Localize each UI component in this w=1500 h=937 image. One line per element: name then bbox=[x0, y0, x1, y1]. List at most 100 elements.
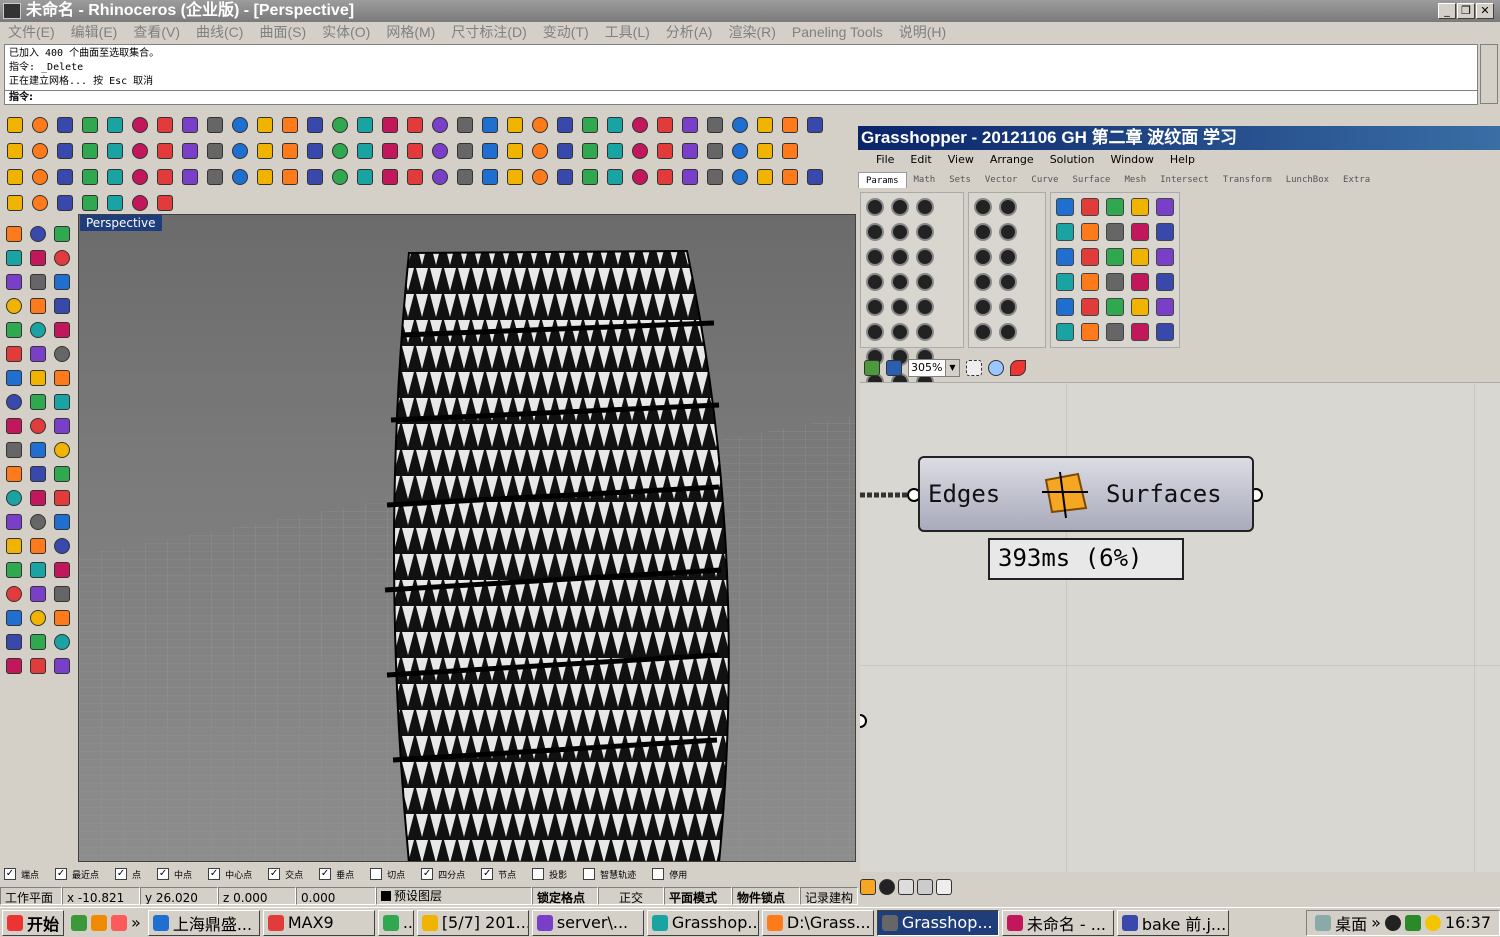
toolbar-button[interactable] bbox=[29, 166, 51, 188]
toolbar-button[interactable] bbox=[454, 114, 476, 136]
toolbar-button[interactable] bbox=[529, 166, 551, 188]
toolbar-button[interactable] bbox=[3, 439, 25, 461]
error-icon[interactable] bbox=[879, 879, 895, 895]
gh-tab[interactable]: Curve bbox=[1024, 172, 1065, 188]
gh-component-button[interactable] bbox=[1079, 321, 1101, 343]
gh-menu-item[interactable]: Help bbox=[1162, 151, 1203, 169]
camera-icon[interactable] bbox=[111, 914, 128, 931]
menu-item[interactable]: Paneling Tools bbox=[784, 22, 891, 42]
toolbar-button[interactable] bbox=[29, 192, 51, 214]
toolbar-button[interactable] bbox=[27, 391, 49, 413]
offscreen-port[interactable] bbox=[860, 714, 867, 728]
gh-component-button[interactable] bbox=[1104, 246, 1126, 268]
toolbar-button[interactable] bbox=[3, 511, 25, 533]
gh-component-button[interactable] bbox=[914, 321, 936, 343]
gh-menu-item[interactable]: File bbox=[868, 151, 902, 169]
toolbar-button[interactable] bbox=[3, 463, 25, 485]
chevron-down-icon[interactable]: ▼ bbox=[945, 360, 959, 376]
toolbar-button[interactable] bbox=[154, 140, 176, 162]
osnap-option[interactable]: 停用 bbox=[652, 868, 687, 881]
toolbar-button[interactable] bbox=[204, 166, 226, 188]
edge-surface-component[interactable]: Edges Surfaces bbox=[918, 456, 1254, 532]
open-file-icon[interactable] bbox=[864, 360, 880, 376]
gh-component-button[interactable] bbox=[1054, 296, 1076, 318]
menu-item[interactable]: 编辑(E) bbox=[63, 22, 126, 42]
toolbar-button[interactable] bbox=[179, 114, 201, 136]
warning-icon[interactable] bbox=[860, 879, 876, 895]
toolbar-button[interactable] bbox=[479, 140, 501, 162]
toolbar-button[interactable] bbox=[804, 114, 826, 136]
toolbar-button[interactable] bbox=[204, 114, 226, 136]
toolbar-button[interactable] bbox=[479, 114, 501, 136]
toolbar-button[interactable] bbox=[179, 166, 201, 188]
gh-tab[interactable]: Extra bbox=[1336, 172, 1377, 188]
toolbar-button[interactable] bbox=[679, 166, 701, 188]
gh-tab[interactable]: LunchBox bbox=[1279, 172, 1336, 188]
toolbar-button[interactable] bbox=[104, 192, 126, 214]
toolbar-button[interactable] bbox=[154, 192, 176, 214]
osnap-option[interactable]: ✓ 点 bbox=[115, 868, 141, 881]
taskbar-button[interactable]: [5/7] 201... bbox=[416, 909, 529, 936]
ortho-toggle[interactable]: 正交 bbox=[598, 887, 664, 905]
toolbar-button[interactable] bbox=[254, 114, 276, 136]
gh-component-button[interactable] bbox=[997, 321, 1019, 343]
gh-tab[interactable]: Math bbox=[907, 172, 943, 188]
gh-menu-item[interactable]: Solution bbox=[1042, 151, 1103, 169]
toolbar-button[interactable] bbox=[429, 114, 451, 136]
grid-snap-toggle[interactable]: 锁定格点 bbox=[532, 887, 598, 905]
toolbar-button[interactable] bbox=[4, 114, 26, 136]
toolbar-button[interactable] bbox=[51, 511, 73, 533]
gh-component-button[interactable] bbox=[972, 296, 994, 318]
start-button[interactable]: 开始 bbox=[2, 909, 65, 936]
taskbar-button[interactable]: ... bbox=[377, 909, 414, 936]
gh-component-button[interactable] bbox=[1054, 221, 1076, 243]
toolbar-button[interactable] bbox=[704, 166, 726, 188]
toolbar-button[interactable] bbox=[754, 140, 776, 162]
toolbar-button[interactable] bbox=[254, 140, 276, 162]
gh-component-button[interactable] bbox=[889, 321, 911, 343]
toolbar-button[interactable] bbox=[104, 140, 126, 162]
toolbar-button[interactable] bbox=[54, 192, 76, 214]
toolbar-button[interactable] bbox=[27, 631, 49, 653]
toolbar-button[interactable] bbox=[79, 192, 101, 214]
toolbar-button[interactable] bbox=[27, 559, 49, 581]
toolbar-button[interactable] bbox=[79, 140, 101, 162]
gh-component-button[interactable] bbox=[1079, 246, 1101, 268]
sketch-pen-icon[interactable] bbox=[1010, 360, 1026, 376]
viewport-title-tab[interactable]: Perspective bbox=[80, 215, 162, 231]
gh-component-button[interactable] bbox=[864, 221, 886, 243]
toolbar-button[interactable] bbox=[129, 114, 151, 136]
menu-item[interactable]: 渲染(R) bbox=[720, 22, 783, 42]
toolbar-button[interactable] bbox=[604, 166, 626, 188]
menu-item[interactable]: 网格(M) bbox=[378, 22, 443, 42]
taskbar-button[interactable]: D:\Grass... bbox=[761, 909, 874, 936]
gh-component-button[interactable] bbox=[997, 196, 1019, 218]
toolbar-button[interactable] bbox=[554, 166, 576, 188]
menu-item[interactable]: 尺寸标注(D) bbox=[443, 22, 534, 42]
toolbar-button[interactable] bbox=[51, 631, 73, 653]
menu-item[interactable]: 曲面(S) bbox=[251, 22, 314, 42]
toolbar-button[interactable] bbox=[3, 391, 25, 413]
toolbar-button[interactable] bbox=[654, 140, 676, 162]
history-toggle[interactable]: 记录建构 bbox=[800, 887, 858, 905]
toolbar-button[interactable] bbox=[304, 114, 326, 136]
toolbar-button[interactable] bbox=[229, 140, 251, 162]
toolbar-button[interactable] bbox=[27, 247, 49, 269]
gh-menu-item[interactable]: View bbox=[940, 151, 982, 169]
gh-component-button[interactable] bbox=[1104, 221, 1126, 243]
gh-component-button[interactable] bbox=[1154, 221, 1176, 243]
taskbar-button[interactable]: 未命名 - ... bbox=[1001, 909, 1114, 936]
checkbox-icon[interactable] bbox=[583, 868, 596, 880]
toolbar-button[interactable] bbox=[104, 166, 126, 188]
checkbox-icon[interactable] bbox=[652, 868, 665, 880]
toolbar-button[interactable] bbox=[254, 166, 276, 188]
toolbar-button[interactable] bbox=[329, 140, 351, 162]
gh-menu-item[interactable]: Arrange bbox=[982, 151, 1042, 169]
toolbar-button[interactable] bbox=[379, 114, 401, 136]
gh-component-button[interactable] bbox=[1129, 296, 1151, 318]
toolbar-button[interactable] bbox=[554, 114, 576, 136]
command-prompt-input[interactable]: 指令: bbox=[4, 90, 1478, 105]
gh-component-button[interactable] bbox=[1054, 321, 1076, 343]
toolbar-button[interactable] bbox=[429, 166, 451, 188]
toolbar-button[interactable] bbox=[4, 166, 26, 188]
